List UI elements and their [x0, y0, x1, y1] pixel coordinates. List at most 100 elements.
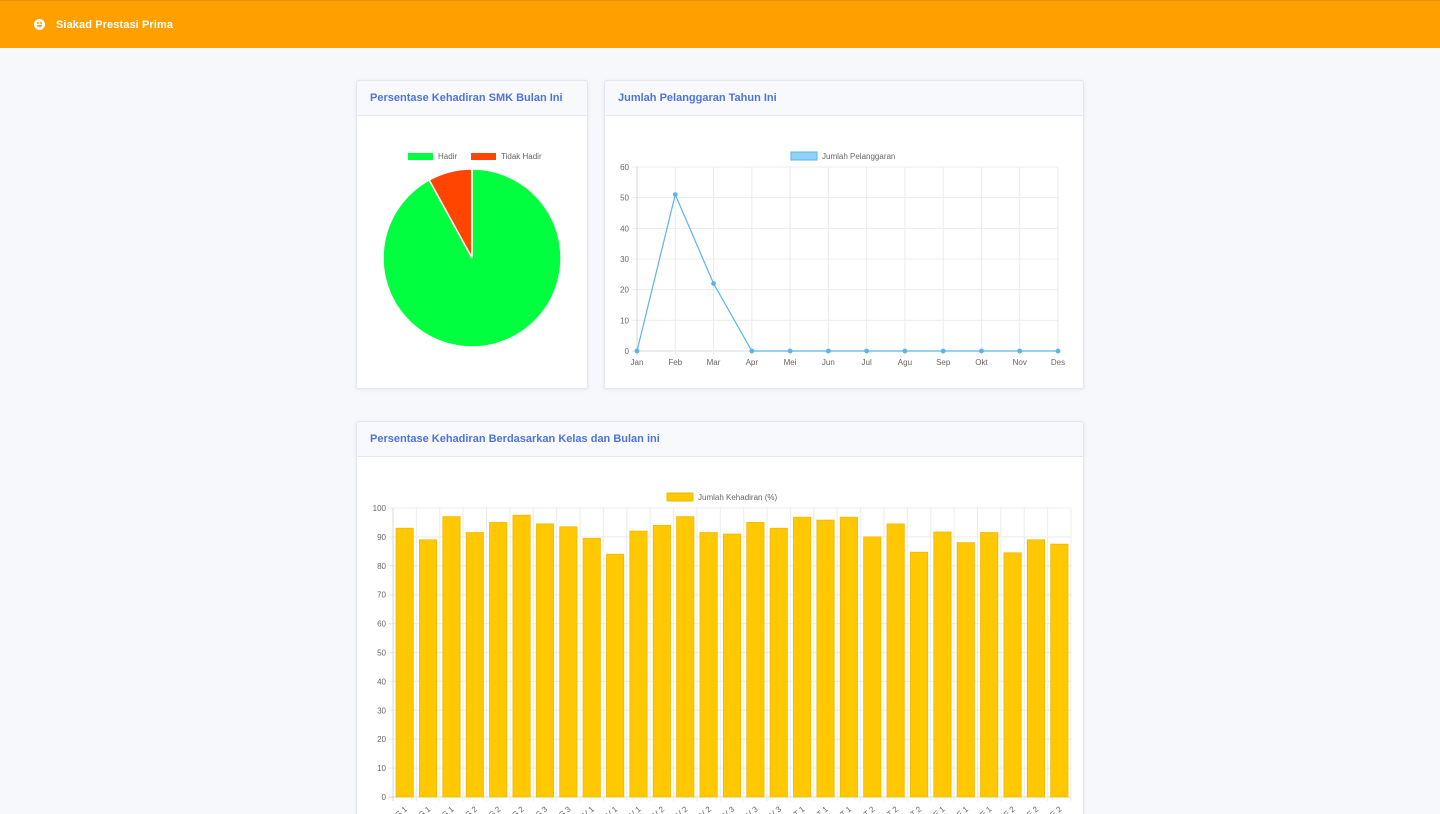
bar[interactable] [442, 516, 461, 798]
x-tick-label: V 1 [581, 804, 596, 814]
bar[interactable] [746, 522, 765, 798]
y-tick-label: 50 [620, 194, 629, 203]
pie-slice-hadir[interactable] [382, 168, 562, 348]
smile-icon[interactable] [34, 19, 45, 30]
x-tick-label: T 1 [792, 804, 807, 814]
violations-line-chart: Jumlah Pelanggaran 0 10 20 30 40 50 60 Jan Feb Mar… [620, 151, 1065, 367]
x-tick-label: Agu [898, 358, 912, 367]
bar[interactable] [816, 519, 835, 798]
data-point[interactable] [864, 348, 870, 354]
x-tick-label: G 1 [440, 804, 456, 814]
x-tick-label: Des [1051, 358, 1065, 367]
data-point[interactable] [711, 281, 716, 286]
data-point[interactable] [672, 192, 678, 197]
legend-swatch[interactable] [790, 151, 818, 161]
legend-swatch[interactable] [666, 492, 694, 502]
bar[interactable] [535, 523, 555, 798]
bar[interactable] [582, 537, 601, 798]
bar[interactable] [629, 530, 648, 798]
x-tick-label: V 1 [628, 804, 643, 814]
card-title: Persentase Kehadiran SMK Bulan Ini [370, 92, 563, 104]
x-tick-label: V 2 [651, 804, 666, 814]
y-tick-label: 60 [620, 163, 629, 172]
x-tick-label: Mei [784, 358, 797, 367]
card-header: Persentase Kehadiran SMK Bulan Ini [357, 81, 587, 116]
bar[interactable] [769, 527, 788, 798]
y-tick-label: 100 [373, 504, 387, 513]
y-tick-label: 40 [620, 224, 629, 233]
data-point[interactable] [1017, 348, 1023, 354]
card-title: Jumlah Pelanggaran Tahun Ini [618, 92, 777, 104]
x-tick-label: T 2 [862, 804, 877, 814]
x-tick-label: Jul [862, 358, 872, 367]
bar[interactable] [793, 516, 812, 798]
legend-swatch[interactable] [471, 153, 496, 160]
x-tick-label: Feb [668, 358, 682, 367]
class-attendance-bar-chart: Jumlah Kehadiran (%) 0 10 20 30 40 50 60 70 80 90 1… [373, 492, 1072, 814]
bar[interactable] [395, 527, 414, 798]
x-tick-label: V 2 [698, 804, 713, 814]
data-point[interactable] [979, 348, 984, 354]
bar[interactable] [465, 532, 484, 798]
bar[interactable] [606, 553, 625, 798]
class-attendance-bar-card: Persentase Kehadiran Berdasarkan Kelas d… [356, 421, 1084, 814]
x-tick-label: G 3 [534, 804, 550, 814]
x-tick-label: Mar [707, 358, 721, 367]
data-point[interactable] [902, 348, 908, 354]
x-tick-label: Sep [936, 358, 951, 367]
bar[interactable] [863, 536, 882, 798]
bar[interactable] [933, 531, 952, 798]
y-tick-label: 0 [382, 793, 387, 802]
x-tick-label: G 3 [557, 804, 573, 814]
x-tick-label: G 2 [487, 804, 503, 814]
x-tick-label: T 1 [815, 804, 830, 814]
data-point[interactable] [749, 348, 755, 354]
data-point[interactable] [825, 348, 831, 354]
bar[interactable] [676, 516, 695, 798]
y-tick-label: 0 [625, 347, 630, 356]
card-title: Persentase Kehadiran Berdasarkan Kelas d… [370, 433, 660, 445]
bar[interactable] [512, 514, 531, 798]
legend-swatch[interactable] [408, 153, 433, 160]
y-tick-label: 70 [377, 591, 386, 600]
x-tick-label: G 2 [463, 804, 479, 814]
x-tick-label: Apr [746, 358, 759, 367]
brand-title[interactable]: Siakad Prestasi Prima [56, 19, 173, 31]
bar[interactable] [956, 542, 975, 798]
y-tick-label: 10 [620, 316, 629, 325]
data-point[interactable] [1055, 348, 1061, 354]
x-tick-label: G 1 [393, 804, 409, 814]
x-tick-label: V 3 [768, 804, 783, 814]
x-tick-label: V 3 [745, 804, 760, 814]
bar[interactable] [839, 516, 858, 798]
bar[interactable] [1050, 543, 1069, 798]
y-tick-label: 50 [377, 649, 386, 658]
bar[interactable] [886, 523, 905, 798]
bar[interactable] [699, 532, 718, 798]
bar[interactable] [489, 522, 508, 798]
data-point[interactable] [940, 348, 946, 354]
bar[interactable] [419, 539, 438, 798]
bar[interactable] [722, 533, 742, 798]
top-navbar: Siakad Prestasi Prima [0, 0, 1440, 48]
series-line [636, 192, 1058, 352]
bar[interactable] [909, 551, 929, 798]
x-tick-label: Jan [631, 358, 644, 367]
y-tick-label: 90 [377, 533, 386, 542]
bar[interactable] [1003, 552, 1022, 798]
y-tick-label: 20 [620, 286, 629, 295]
data-point[interactable] [787, 348, 793, 354]
x-tick-label: E 1 [978, 804, 993, 814]
bar[interactable] [652, 524, 671, 798]
y-tick-label: 10 [377, 764, 386, 773]
x-tick-label: V 2 [675, 804, 690, 814]
x-tick-label: G 2 [510, 804, 526, 814]
attendance-pie-chart: Hadir Tidak Hadir [382, 152, 562, 348]
attendance-pie-card: Persentase Kehadiran SMK Bulan Ini Hadir… [356, 80, 588, 389]
bar[interactable] [559, 526, 578, 798]
y-tick-label: 40 [377, 677, 386, 686]
x-tick-label: Jun [822, 358, 835, 367]
data-point[interactable] [634, 348, 640, 354]
bar[interactable] [980, 532, 999, 798]
bar[interactable] [1026, 539, 1045, 798]
